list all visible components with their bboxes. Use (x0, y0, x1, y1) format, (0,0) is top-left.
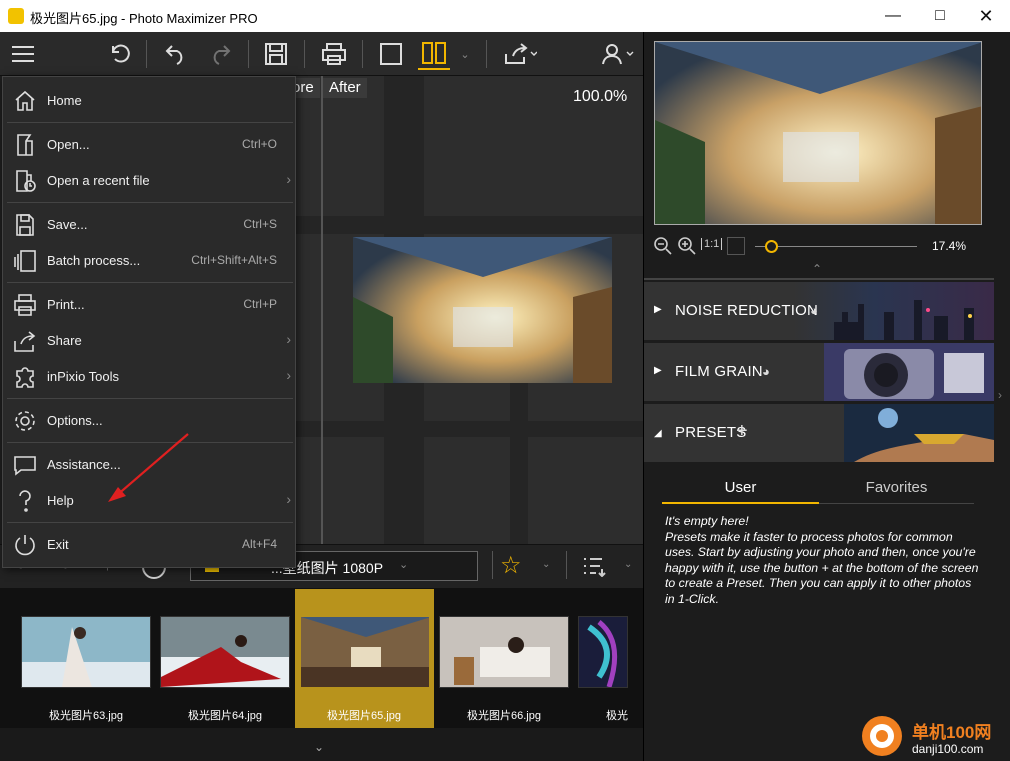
main-toolbar: ⌄ (0, 32, 643, 76)
add-preset-plus-icon[interactable]: + (736, 420, 748, 443)
collapse-filmstrip-chevron-icon[interactable]: ⌄ (314, 740, 324, 754)
sort-dropdown-chevron-icon[interactable]: ⌄ (624, 559, 632, 570)
single-view-icon[interactable] (375, 38, 407, 70)
undo-icon[interactable] (160, 38, 192, 70)
thumbnail-caption: 极光图片66.jpg (467, 710, 541, 722)
expand-arrow-icon: ▶ (654, 304, 662, 315)
redo-icon[interactable] (204, 38, 236, 70)
photo-preview (353, 237, 612, 383)
home-icon (13, 89, 37, 113)
thumbnail[interactable] (160, 616, 290, 688)
expand-arrow-icon: ▶ (654, 365, 662, 376)
gear-icon (13, 409, 37, 433)
canvas-zoom-readout: 100.0% (573, 88, 628, 105)
submenu-arrow-icon: › (286, 331, 291, 347)
save-icon (13, 213, 37, 237)
zoom-slider-track[interactable] (755, 246, 917, 247)
split-view-icon[interactable] (418, 38, 450, 70)
zoom-slider-handle[interactable] (765, 240, 778, 253)
sort-list-icon[interactable] (582, 555, 606, 578)
share-icon (13, 329, 37, 353)
submenu-arrow-icon: › (286, 491, 291, 507)
menu-item-home[interactable]: Home (3, 83, 295, 119)
batch-icon (13, 249, 37, 273)
thumbnail-caption: 极光图片64.jpg (188, 710, 262, 722)
menu-item-save[interactable]: Save... Ctrl+S (3, 207, 295, 243)
zoom-in-icon[interactable] (677, 236, 697, 256)
menu-item-inpixio-tools[interactable]: inPixio Tools › (3, 359, 295, 395)
tab-user[interactable]: User (662, 476, 819, 504)
open-icon (13, 133, 37, 157)
thumbnail[interactable] (439, 616, 569, 688)
watermark-line2: danji100.com (912, 742, 984, 756)
submenu-arrow-icon: › (286, 171, 291, 187)
navigator-zoom-row: 1:1 17.4% (651, 236, 1001, 258)
recent-file-icon (13, 169, 37, 193)
thumbnail-selected[interactable] (300, 616, 430, 688)
user-account-icon[interactable] (598, 38, 638, 70)
panel-presets[interactable]: ◢ PRESETS + (644, 404, 994, 462)
empty-body: Presets make it faster to process photos… (665, 529, 979, 606)
filmstrip-footer: ⌄ (0, 728, 643, 761)
chat-icon (13, 453, 37, 477)
app-window: 极光图片65.jpg - Photo Maximizer PRO — □ ✕ ⌄… (0, 0, 1010, 761)
save-icon[interactable] (260, 38, 292, 70)
zoom-out-icon[interactable] (653, 236, 673, 256)
export-share-icon[interactable] (500, 38, 540, 70)
window-title: 极光图片65.jpg - Photo Maximizer PRO (30, 11, 258, 26)
menu-item-batch-process[interactable]: Batch process... Ctrl+Shift+Alt+S (3, 243, 295, 279)
print-icon[interactable] (318, 38, 350, 70)
menu-item-print[interactable]: Print... Ctrl+P (3, 287, 295, 323)
submenu-arrow-icon: › (286, 367, 291, 383)
minimize-button[interactable]: — (870, 0, 916, 32)
hamburger-menu-icon[interactable] (8, 38, 38, 70)
power-icon (13, 533, 37, 557)
annotation-arrow-icon (108, 433, 189, 502)
watermark-logo-icon (862, 716, 902, 756)
puzzle-icon (13, 365, 37, 389)
visibility-eye-icon[interactable]: ◕ (810, 303, 818, 318)
panel-title: FILM GRAIN (675, 363, 763, 380)
menu-item-open[interactable]: Open... Ctrl+O (3, 127, 295, 163)
empty-title: It's empty here! (665, 514, 749, 528)
print-icon (13, 293, 37, 317)
thumbnail-caption: 极光图片63.jpg (49, 710, 123, 722)
undo-all-icon[interactable] (104, 38, 136, 70)
watermark-line1: 单机100网 (912, 723, 992, 742)
panel-film-grain[interactable]: ▶ FILM GRAIN ◕ (644, 343, 994, 401)
preset-tabs: User Favorites (662, 476, 974, 504)
fit-window-icon[interactable] (727, 237, 745, 255)
menu-item-exit[interactable]: Exit Alt+F4 (3, 527, 295, 563)
thumbnail-caption: 极光图片65.jpg (327, 710, 401, 722)
navigator-preview[interactable] (654, 41, 982, 225)
collapse-navigator-chevron-icon[interactable]: ⌃ (812, 262, 822, 276)
thumbnail[interactable] (21, 616, 151, 688)
after-label: After (323, 78, 367, 98)
visibility-eye-icon[interactable]: ◕ (762, 364, 770, 379)
thumbnail-caption: 极光 (606, 710, 628, 722)
navigator-zoom-readout: 17.4% (932, 239, 967, 253)
maximize-button[interactable]: □ (917, 0, 963, 32)
favorite-star-icon[interactable]: ☆ (500, 551, 522, 580)
split-divider[interactable] (321, 76, 323, 544)
thumbnail[interactable] (578, 616, 628, 688)
collapse-arrow-icon: ◢ (654, 428, 662, 439)
presets-empty-message: It's empty here! Presets make it faster … (665, 514, 979, 607)
star-dropdown-chevron-icon[interactable]: ⌄ (542, 559, 550, 570)
expand-sidebar-chevron-icon[interactable]: › (998, 388, 1002, 402)
watermark-logo: 单机100网 danji100.com (858, 716, 1008, 760)
panel-noise-reduction[interactable]: ▶ NOISE REDUCTION ◕ (644, 282, 994, 340)
menu-item-open-recent[interactable]: Open a recent file › (3, 163, 295, 199)
title-bar: 极光图片65.jpg - Photo Maximizer PRO — □ ✕ (0, 0, 1010, 32)
help-icon (13, 489, 37, 513)
panel-title: NOISE REDUCTION (675, 302, 819, 319)
close-button[interactable]: ✕ (963, 0, 1009, 32)
tab-favorites[interactable]: Favorites (819, 476, 974, 504)
app-logo-icon (8, 8, 24, 24)
actual-size-icon[interactable]: 1:1 (701, 238, 723, 250)
view-dropdown-chevron-icon[interactable]: ⌄ (454, 38, 476, 70)
menu-item-share[interactable]: Share › (3, 323, 295, 359)
folder-dropdown-chevron-icon[interactable]: ⌄ (399, 558, 408, 571)
